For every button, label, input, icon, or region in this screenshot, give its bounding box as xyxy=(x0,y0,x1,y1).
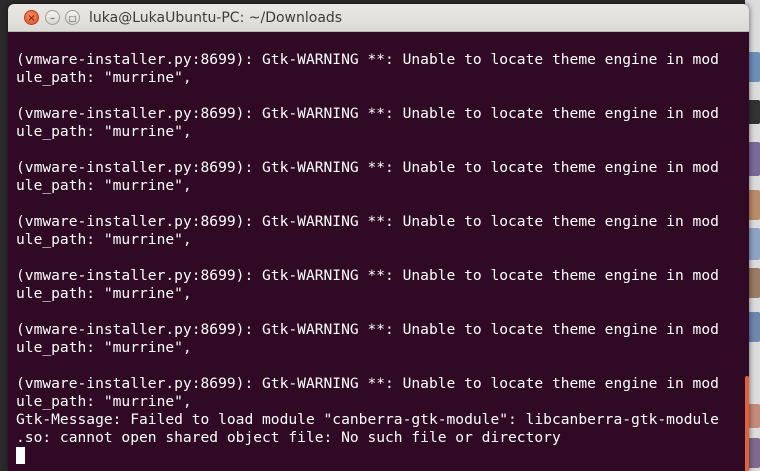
title-bar[interactable]: × – □ luka@LukaUbuntu-PC: ~/Downloads xyxy=(8,4,749,32)
terminal-line: (vmware-installer.py:8699): Gtk-WARNING … xyxy=(16,213,719,230)
terminal-line: ule_path: "murrine", xyxy=(16,231,192,248)
terminal-line: ule_path: "murrine", xyxy=(16,339,192,356)
text-cursor xyxy=(16,447,25,464)
terminal-line: ule_path: "murrine", xyxy=(16,285,192,302)
window-title: luka@LukaUbuntu-PC: ~/Downloads xyxy=(89,10,343,26)
terminal-line: (vmware-installer.py:8699): Gtk-WARNING … xyxy=(16,375,719,392)
close-icon: × xyxy=(27,13,36,24)
terminal-line: ule_path: "murrine", xyxy=(16,393,192,410)
maximize-button[interactable]: □ xyxy=(65,10,80,25)
terminal-line: ule_path: "murrine", xyxy=(16,177,192,194)
terminal-output[interactable]: (vmware-installer.py:8699): Gtk-WARNING … xyxy=(16,51,741,471)
maximize-icon: □ xyxy=(68,14,77,23)
terminal-line: ule_path: "murrine", xyxy=(16,69,192,86)
terminal-line: ule_path: "murrine", xyxy=(16,123,192,140)
terminal-line: .so: cannot open shared object file: No … xyxy=(16,429,561,446)
close-button[interactable]: × xyxy=(24,10,39,25)
minimize-button[interactable]: – xyxy=(45,10,60,25)
scrollbar[interactable] xyxy=(745,376,749,471)
minimize-icon: – xyxy=(50,13,55,24)
prompt-line xyxy=(16,447,741,465)
terminal-line: Gtk-Message: Failed to load module "canb… xyxy=(16,411,719,428)
terminal-line: (vmware-installer.py:8699): Gtk-WARNING … xyxy=(16,105,719,122)
terminal-line: (vmware-installer.py:8699): Gtk-WARNING … xyxy=(16,267,719,284)
terminal-line: (vmware-installer.py:8699): Gtk-WARNING … xyxy=(16,51,719,68)
terminal-window[interactable]: × – □ luka@LukaUbuntu-PC: ~/Downloads (v… xyxy=(8,4,749,471)
terminal-line: (vmware-installer.py:8699): Gtk-WARNING … xyxy=(16,321,719,338)
terminal-line: (vmware-installer.py:8699): Gtk-WARNING … xyxy=(16,159,719,176)
